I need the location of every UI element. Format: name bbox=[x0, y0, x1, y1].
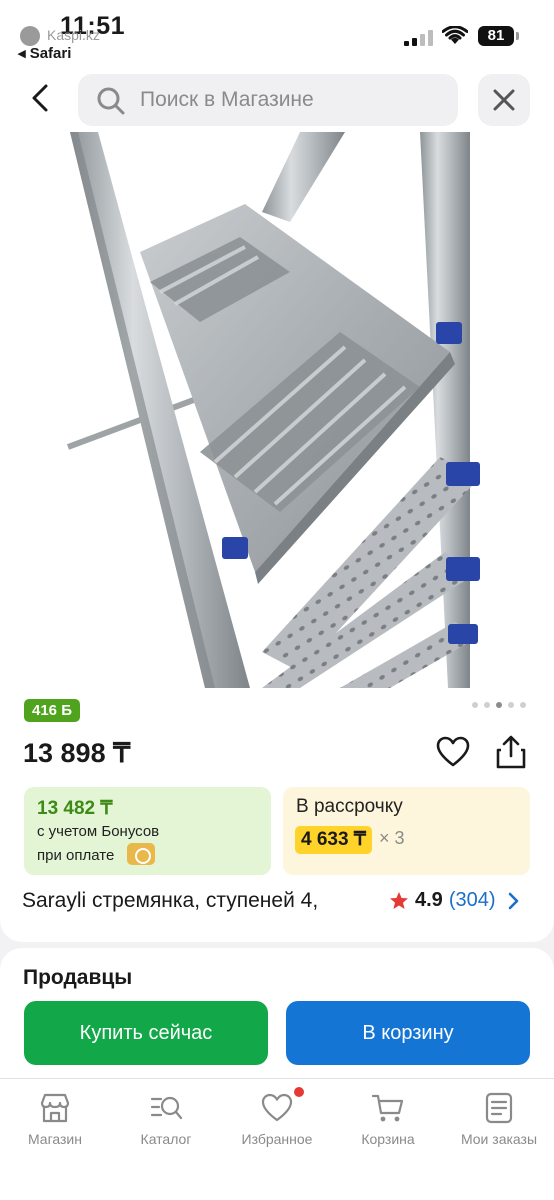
search-icon bbox=[97, 87, 125, 115]
search-bar[interactable] bbox=[78, 74, 458, 126]
pagination-dot[interactable] bbox=[472, 702, 478, 708]
notification-dot bbox=[294, 1087, 304, 1097]
rating-score: 4.9 bbox=[415, 889, 443, 911]
bonus-badge: 416 Б bbox=[24, 699, 80, 722]
rating-summary[interactable]: 4.9 (304) bbox=[389, 889, 520, 912]
orders-icon bbox=[485, 1092, 513, 1124]
tab-cart[interactable]: Корзина bbox=[333, 1079, 443, 1169]
site-label: Kaspi.kz bbox=[47, 27, 100, 43]
bonus-price: 13 482 ₸ bbox=[37, 798, 113, 819]
top-navigation bbox=[0, 66, 554, 132]
product-title: Sarayli стремянка, ступеней 4, bbox=[22, 889, 319, 912]
product-info: 416 Б 13 898 ₸ 13 482 ₸ с учетом Бонусов… bbox=[0, 688, 554, 942]
tab-orders[interactable]: Мои заказы bbox=[444, 1079, 554, 1169]
add-to-cart-button[interactable]: В корзину bbox=[286, 1001, 530, 1065]
ladder-illustration bbox=[66, 132, 480, 688]
close-icon bbox=[493, 89, 515, 111]
tab-shop[interactable]: Магазин bbox=[0, 1079, 110, 1169]
installment-card[interactable]: В рассрочку 4 633 ₸ × 3 bbox=[283, 787, 530, 875]
tab-label: Каталог bbox=[140, 1131, 192, 1147]
back-to-safari[interactable]: ◂ Safari bbox=[18, 44, 71, 62]
tab-favorites[interactable]: Избранное bbox=[222, 1079, 332, 1169]
product-price: 13 898 ₸ bbox=[23, 738, 131, 768]
share-icon[interactable] bbox=[494, 734, 528, 770]
tab-catalog[interactable]: Каталог bbox=[111, 1079, 221, 1169]
sellers-section: Продавцы Купить сейчас В корзину bbox=[0, 948, 554, 1078]
star-icon bbox=[390, 891, 408, 909]
shop-icon bbox=[40, 1093, 70, 1123]
product-page: 11:51 Kaspi.kz ◂ Safari 81 Поиск в Магаз… bbox=[0, 0, 554, 1200]
review-count[interactable]: (304) bbox=[449, 889, 496, 912]
catalog-icon bbox=[150, 1096, 183, 1120]
pagination-dot[interactable] bbox=[484, 702, 490, 708]
tab-label: Избранное bbox=[241, 1131, 313, 1147]
signal-icon bbox=[404, 30, 433, 46]
installment-multiplier: × 3 bbox=[379, 828, 405, 848]
search-input[interactable] bbox=[140, 74, 440, 126]
battery-indicator: 81 bbox=[478, 26, 519, 46]
close-button[interactable] bbox=[478, 74, 530, 126]
pagination-dot-active[interactable] bbox=[496, 702, 502, 708]
bonus-price-card[interactable]: 13 482 ₸ с учетом Бонусов при оплате bbox=[24, 787, 271, 875]
product-image[interactable] bbox=[0, 132, 554, 688]
bonus-note-line1: с учетом Бонусов bbox=[37, 823, 160, 840]
pagination-dot[interactable] bbox=[520, 702, 526, 708]
kaspi-logo-icon bbox=[20, 26, 40, 46]
status-bar: 11:51 Kaspi.kz ◂ Safari 81 bbox=[0, 0, 554, 66]
bottom-tab-bar: Магазин Каталог Избранное Корзина Мои за… bbox=[0, 1078, 554, 1200]
image-pagination bbox=[472, 702, 526, 708]
kaspi-pay-icon bbox=[127, 843, 155, 865]
installment-amount: 4 633 ₸ bbox=[295, 826, 372, 854]
cart-icon bbox=[371, 1094, 404, 1122]
heart-icon bbox=[261, 1093, 293, 1122]
chevron-right-icon bbox=[508, 892, 518, 909]
tab-label: Корзина bbox=[361, 1131, 415, 1147]
bonus-note-line2: при оплате bbox=[37, 847, 115, 864]
sellers-heading: Продавцы bbox=[23, 966, 133, 989]
favorite-heart-icon[interactable] bbox=[436, 736, 470, 768]
tab-label: Мои заказы bbox=[460, 1131, 538, 1147]
back-arrow-icon[interactable] bbox=[24, 80, 60, 116]
buy-now-button[interactable]: Купить сейчас bbox=[24, 1001, 268, 1065]
pagination-dot[interactable] bbox=[508, 702, 514, 708]
wifi-icon bbox=[442, 26, 468, 44]
installment-label: В рассрочку bbox=[296, 796, 403, 817]
tab-label: Магазин bbox=[27, 1131, 82, 1147]
